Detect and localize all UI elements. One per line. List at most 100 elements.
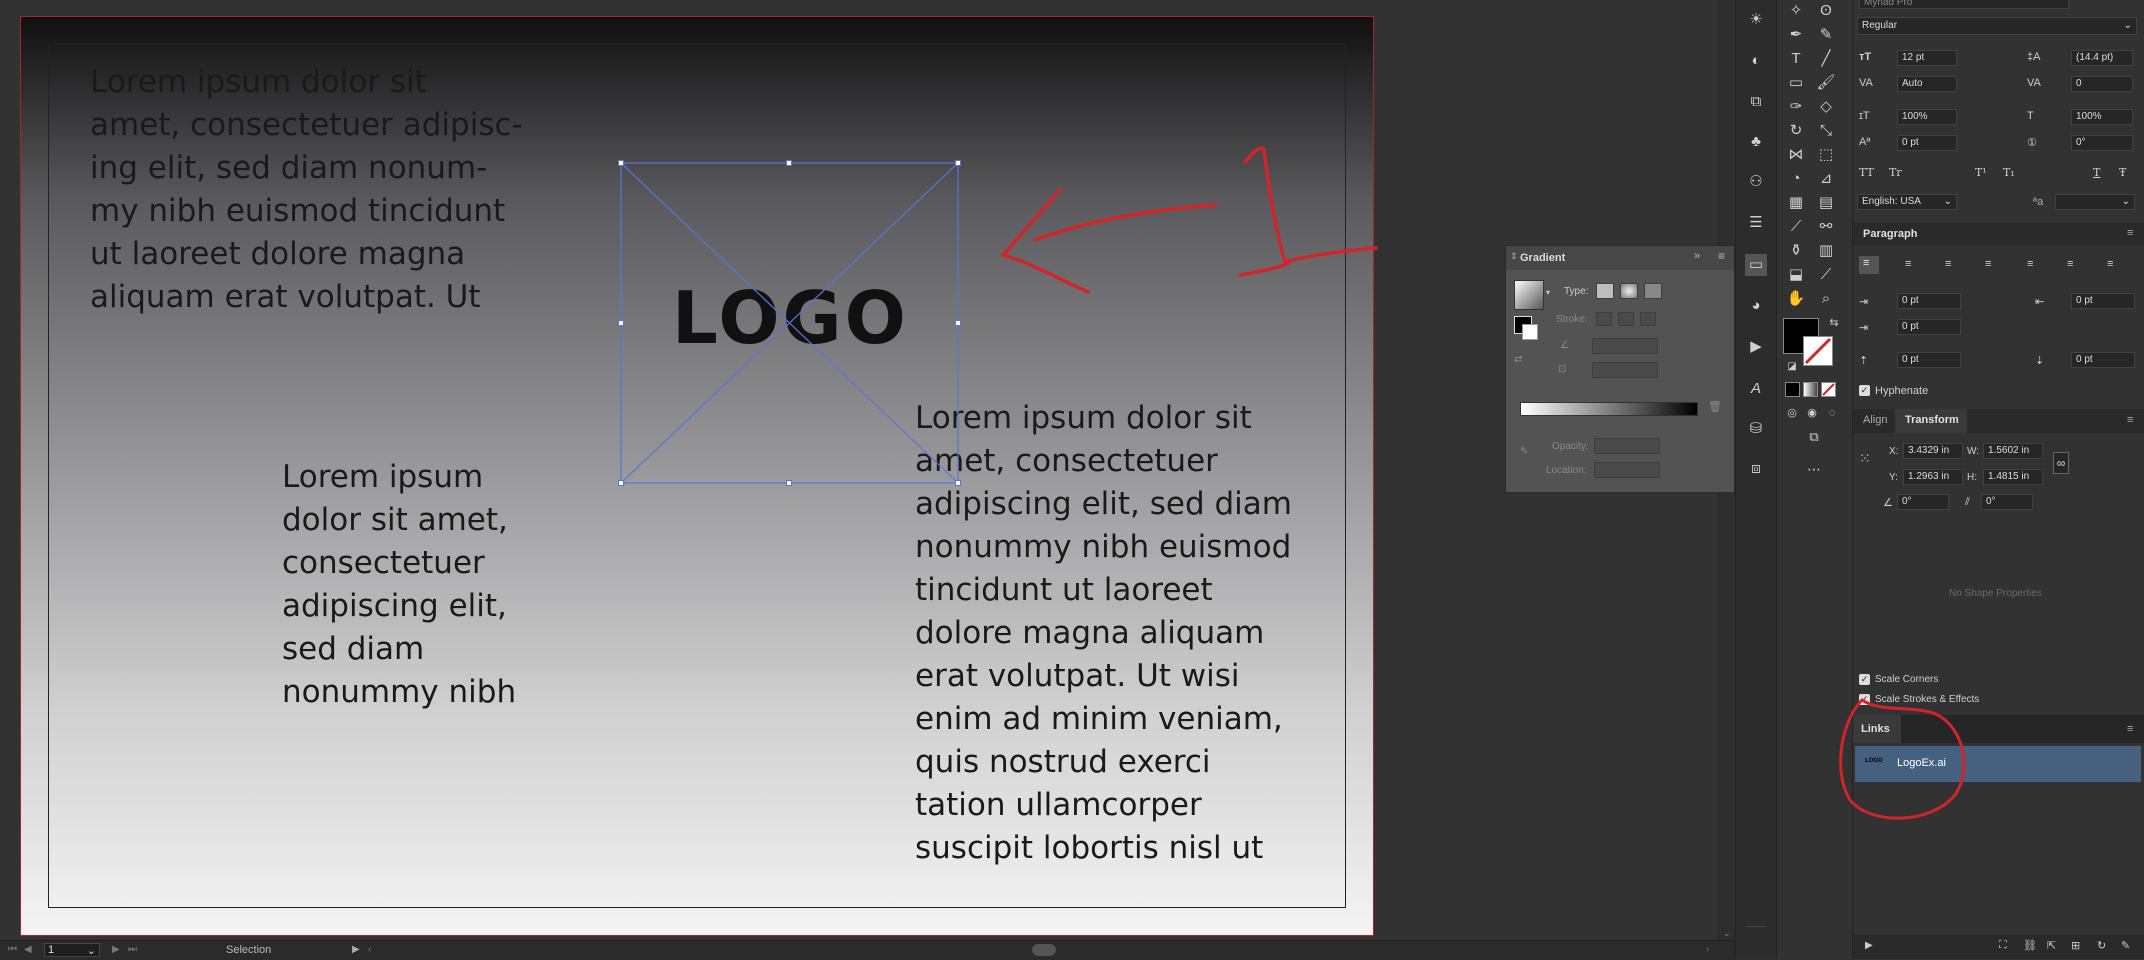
- resize-handle-ne[interactable]: [955, 160, 961, 166]
- swatch-dropdown-icon[interactable]: ▾: [1546, 288, 1550, 297]
- link-row-logoex[interactable]: LOGO LogoEx.ai: [1855, 746, 2141, 782]
- brush-icon[interactable]: ⚇: [1745, 171, 1767, 193]
- freeform-gradient-button[interactable]: [1644, 283, 1662, 299]
- panel-menu-icon[interactable]: ≡: [2127, 227, 2133, 239]
- x-field[interactable]: 3.4329 in: [1903, 443, 1963, 459]
- appearance-icon[interactable]: ◕: [1745, 295, 1767, 317]
- rotate-field[interactable]: 0°: [1897, 494, 1949, 510]
- shaper-tool-icon[interactable]: ✑: [1785, 96, 1807, 118]
- layers-icon[interactable]: ☰: [1745, 212, 1767, 234]
- resize-handle-se[interactable]: [955, 480, 961, 486]
- hyphenate-checkbox[interactable]: ✓: [1859, 385, 1870, 396]
- reference-point-icon[interactable]: ⁙: [1859, 450, 1879, 470]
- resize-handle-n[interactable]: [786, 160, 792, 166]
- justify-all-icon[interactable]: ≡: [2107, 258, 2113, 270]
- stroke-within-button[interactable]: [1596, 312, 1612, 326]
- prev-page-icon[interactable]: ◀: [24, 944, 32, 955]
- play-icon[interactable]: ▶: [1865, 940, 1873, 951]
- font-family-dropdown[interactable]: Myriad Pro: [1859, 0, 2069, 9]
- tracking-field[interactable]: 0: [2071, 76, 2133, 92]
- font-size-field[interactable]: 12 pt: [1897, 50, 1957, 66]
- gradient-slider[interactable]: [1520, 402, 1698, 416]
- scroll-down-icon[interactable]: ⌄: [1723, 928, 1731, 939]
- reverse-gradient-icon[interactable]: ⇄: [1514, 354, 1522, 365]
- embed-icon[interactable]: ⊞: [2071, 939, 2080, 952]
- angle-field[interactable]: [1592, 338, 1658, 354]
- w-field[interactable]: 1.5602 in: [1983, 443, 2043, 459]
- y-field[interactable]: 1.2963 in: [1903, 469, 1963, 485]
- justify-center-icon[interactable]: ≡: [2027, 258, 2033, 270]
- horizontal-scroll-thumb[interactable]: [1032, 944, 1056, 956]
- space-after-field[interactable]: 0 pt: [2071, 352, 2135, 368]
- resize-handle-w[interactable]: [618, 320, 624, 326]
- justify-left-icon[interactable]: ≡: [1985, 258, 1991, 270]
- space-before-field[interactable]: 0 pt: [1897, 352, 1961, 368]
- link-chain-icon[interactable]: ⛓: [2023, 939, 2037, 952]
- blend-tool-icon[interactable]: ⚯: [1815, 216, 1837, 238]
- default-colors-icon[interactable]: ◪: [1781, 356, 1803, 378]
- panel-menu-icon[interactable]: ≡: [2127, 723, 2133, 735]
- gradient-tool-icon[interactable]: ▤: [1815, 192, 1837, 214]
- page-number-field[interactable]: 1 ⌄: [44, 943, 100, 957]
- gradient-swatch[interactable]: [1514, 280, 1544, 310]
- superscript-button[interactable]: T¹: [1975, 166, 1987, 179]
- stroke-along-button[interactable]: [1618, 312, 1634, 326]
- links-panel-icon[interactable]: ⧈: [1745, 458, 1767, 480]
- resize-handle-sw[interactable]: [618, 480, 624, 486]
- gradient-panel-icon[interactable]: ▭: [1745, 254, 1767, 276]
- font-style-dropdown[interactable]: Regular ⌄: [1857, 17, 2137, 35]
- draw-behind-icon[interactable]: ◉: [1801, 402, 1823, 424]
- paragraph-tab[interactable]: Paragraph: [1863, 228, 1917, 240]
- opacity-field[interactable]: [1594, 438, 1660, 454]
- screen-mode-icon[interactable]: ⧉: [1803, 426, 1825, 448]
- relink-cc-icon[interactable]: ⛶: [1999, 939, 2007, 952]
- right-indent-field[interactable]: 0 pt: [2071, 293, 2135, 309]
- none-mode-button[interactable]: [1821, 382, 1836, 397]
- gradient-mode-button[interactable]: [1803, 382, 1818, 397]
- scroll-right-icon[interactable]: ›: [1706, 944, 1709, 955]
- horizontal-scale-field[interactable]: 100%: [2071, 109, 2133, 125]
- underline-button[interactable]: T: [2093, 166, 2100, 179]
- aspect-ratio-field[interactable]: [1592, 362, 1658, 378]
- edit-original-icon[interactable]: ✎: [2121, 939, 2130, 952]
- first-line-indent-field[interactable]: 0 pt: [1897, 319, 1961, 335]
- document-canvas[interactable]: Lorem ipsum dolor sit amet, consectetuer…: [0, 0, 1735, 940]
- sun-icon[interactable]: ☀: [1745, 9, 1767, 31]
- symbol-sprayer-icon[interactable]: ⚱: [1785, 240, 1807, 262]
- placed-graphic-frame[interactable]: [618, 160, 961, 486]
- subscript-button[interactable]: T₁: [2003, 166, 2015, 179]
- next-page-icon[interactable]: ▶: [112, 944, 120, 955]
- rotate-tool-icon[interactable]: ↻: [1785, 120, 1807, 142]
- align-center-icon[interactable]: ≡: [1905, 258, 1911, 270]
- scroll-left-icon[interactable]: ‹: [368, 944, 371, 955]
- more-icon[interactable]: ⋯: [1803, 458, 1825, 480]
- stroke-across-button[interactable]: [1640, 312, 1656, 326]
- draw-inside-icon[interactable]: ◌: [1821, 402, 1843, 424]
- first-page-icon[interactable]: ⏮: [8, 944, 17, 955]
- slice-tool-icon[interactable]: ⟋: [1815, 264, 1837, 286]
- justify-right-icon[interactable]: ≡: [2067, 258, 2073, 270]
- all-caps-button[interactable]: TT: [1859, 166, 1874, 179]
- paintbrush-icon[interactable]: 🖌: [1815, 72, 1837, 94]
- curvature-tool-icon[interactable]: ✎: [1815, 24, 1837, 46]
- transform-icon[interactable]: ⧉: [1745, 91, 1767, 113]
- update-link-icon[interactable]: ↻: [2097, 939, 2106, 952]
- location-field[interactable]: [1594, 462, 1660, 478]
- baseline-shift-field[interactable]: 0 pt: [1897, 135, 1957, 151]
- language-dropdown[interactable]: English: USA ⌄: [1857, 194, 1957, 210]
- eyedropper-tool-icon[interactable]: ⟋: [1785, 216, 1807, 238]
- eraser-icon[interactable]: ◇: [1815, 96, 1837, 118]
- shape-builder-icon[interactable]: ◔: [1785, 168, 1807, 190]
- type-tool-icon[interactable]: T: [1785, 48, 1807, 70]
- line-tool-icon[interactable]: ╱: [1815, 48, 1837, 70]
- kerning-field[interactable]: Auto: [1897, 76, 1957, 92]
- radial-gradient-button[interactable]: [1620, 283, 1638, 299]
- double-chevron-icon[interactable]: »: [1694, 250, 1700, 262]
- shear-field[interactable]: 0°: [1981, 494, 2033, 510]
- collapse-icon[interactable]: ⇕: [1510, 251, 1518, 262]
- club-icon[interactable]: ♣: [1745, 131, 1767, 153]
- resize-handle-s[interactable]: [786, 480, 792, 486]
- anti-alias-dropdown[interactable]: ⌄: [2055, 194, 2135, 210]
- lasso-icon[interactable]: ʘ: [1815, 0, 1837, 22]
- trash-icon[interactable]: 🗑: [1708, 400, 1722, 413]
